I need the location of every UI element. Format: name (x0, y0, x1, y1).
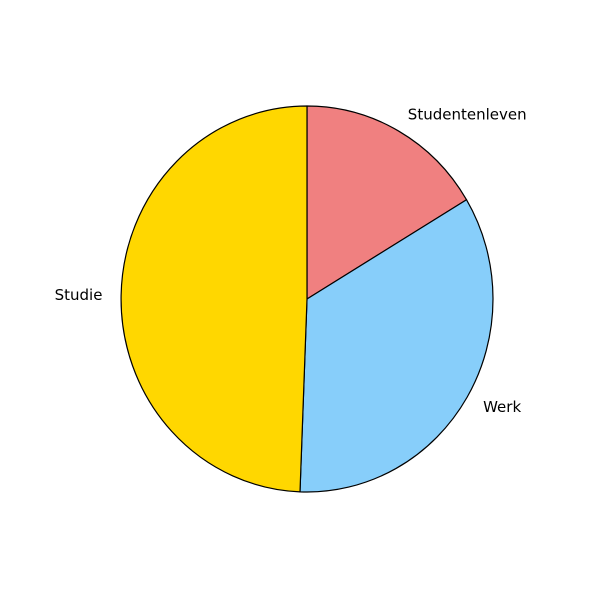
pie-label-werk: Werk (483, 398, 521, 416)
pie-chart: Studentenleven Werk Studie (55, 105, 527, 493)
pie-label-studie: Studie (55, 286, 103, 304)
pie-label-studentenleven: Studentenleven (408, 105, 527, 123)
pie-slice-studie (120, 105, 308, 493)
pie-slices (120, 105, 494, 493)
